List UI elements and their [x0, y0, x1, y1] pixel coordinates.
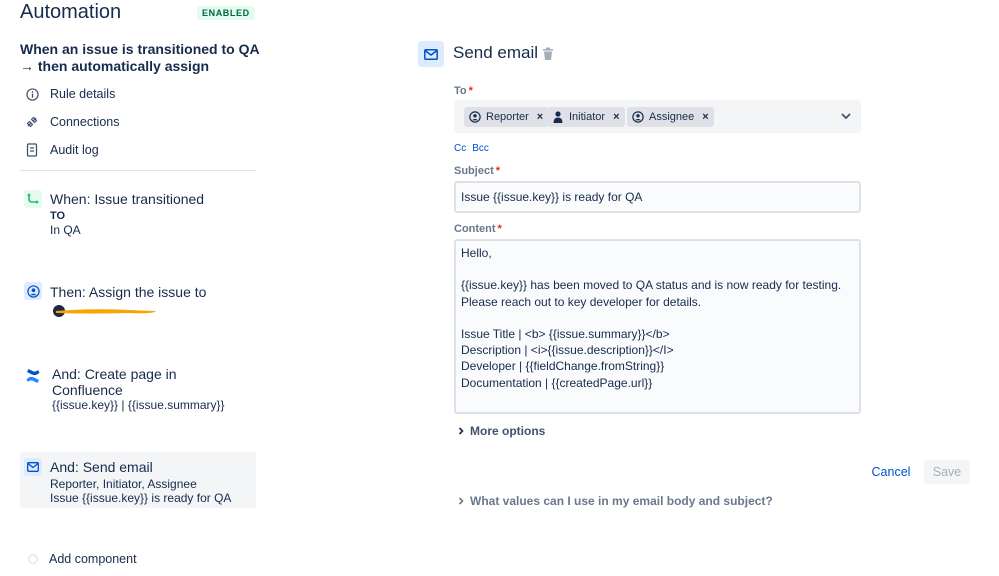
- cc-bcc-links: Cc Bcc: [454, 143, 489, 154]
- recipient-chip[interactable]: Assignee ×: [627, 107, 714, 127]
- content-line: Please reach out to key developer for de…: [461, 294, 702, 309]
- component-title: Then: Assign the issue to: [50, 284, 207, 300]
- content-line: Description | <i>{{issue.description}}</…: [461, 343, 674, 358]
- nav-label: Connections: [50, 115, 120, 129]
- trash-icon[interactable]: [542, 47, 554, 61]
- recipient-chip[interactable]: Initiator ×: [547, 107, 625, 127]
- more-options-label: More options: [470, 424, 546, 438]
- transition-icon: [24, 190, 42, 208]
- cc-link[interactable]: Cc: [454, 143, 466, 154]
- component-detail: TO: [50, 210, 66, 222]
- nav-audit-log[interactable]: Audit log: [24, 140, 99, 160]
- chevron-right-icon: [456, 496, 466, 506]
- page-title: Automation: [20, 1, 122, 23]
- help-toggle[interactable]: What values can I use in my email body a…: [456, 494, 773, 508]
- component-detail: Reporter, Initiator, Assignee: [50, 477, 197, 491]
- remove-icon[interactable]: ×: [537, 111, 543, 123]
- to-field[interactable]: Reporter × Initiator × Assignee ×: [454, 100, 861, 133]
- avatar-icon: [632, 111, 644, 123]
- email-icon: [24, 458, 42, 476]
- recipient-label: Assignee: [649, 111, 695, 123]
- content-line: {{issue.key}} has been moved to QA statu…: [461, 278, 842, 293]
- person-icon: [552, 111, 564, 123]
- assign-icon: [24, 282, 42, 300]
- connections-icon: [24, 114, 40, 130]
- bcc-link[interactable]: Bcc: [472, 143, 489, 154]
- remove-icon[interactable]: ×: [613, 111, 619, 123]
- component-send-email[interactable]: And: Send email Reporter, Initiator, Ass…: [20, 452, 256, 508]
- component-create-page[interactable]: And: Create page in Confluence {{issue.k…: [20, 362, 256, 420]
- chevron-right-icon: [456, 426, 466, 436]
- content-line: [461, 310, 854, 326]
- content-label: Content *: [454, 223, 502, 235]
- info-icon: [24, 86, 40, 102]
- content-line: [461, 261, 854, 277]
- recipient-label: Initiator: [569, 111, 606, 123]
- content-line: Issue Title | <b> {{issue.summary}}</b>: [461, 326, 670, 341]
- component-title-line: And: Create page in: [52, 366, 177, 382]
- component-trigger[interactable]: When: Issue transitioned TO In QA: [20, 186, 256, 242]
- component-detail: In QA: [50, 223, 81, 237]
- add-component-icon: [28, 554, 38, 564]
- component-title: When: Issue transitioned: [50, 191, 205, 207]
- email-icon: [418, 41, 444, 67]
- recipient-label: Reporter: [486, 111, 529, 123]
- content-line: Developer | {{fieldChange.fromString}}: [461, 359, 665, 374]
- save-button[interactable]: Save: [924, 460, 970, 484]
- nav-rule-details[interactable]: Rule details: [24, 84, 115, 104]
- subject-input[interactable]: Issue {{issue.key}} is ready for QA: [454, 181, 861, 213]
- add-component-label: Add component: [49, 552, 137, 566]
- content-line: Hello,: [461, 246, 492, 260]
- component-title: And: Send email: [50, 459, 153, 475]
- editor-title: Send email: [453, 43, 539, 62]
- content-line: Documentation | {{createdPage.url}}: [461, 375, 653, 390]
- recipient-chip[interactable]: Reporter ×: [464, 107, 549, 127]
- component-detail: {{issue.key}} | {{issue.summary}}: [52, 398, 225, 412]
- component-detail: Issue {{issue.key}} is ready for QA: [50, 491, 232, 505]
- component-title-line: Confluence: [52, 382, 123, 398]
- nav-connections[interactable]: Connections: [24, 112, 120, 132]
- divider: [20, 170, 256, 171]
- subject-label: Subject *: [454, 165, 501, 177]
- confluence-icon: [24, 367, 42, 385]
- redacted-assignee: [50, 304, 158, 317]
- avatar-icon: [469, 111, 481, 123]
- audit-log-icon: [24, 142, 40, 158]
- more-options-toggle[interactable]: More options: [456, 424, 545, 438]
- nav-label: Audit log: [50, 143, 99, 157]
- status-badge: ENABLED: [197, 6, 255, 20]
- nav-label: Rule details: [50, 87, 116, 101]
- help-label: What values can I use in my email body a…: [470, 494, 773, 508]
- rule-name: When an issue is transitioned to QA → th…: [20, 41, 260, 74]
- add-component-button[interactable]: Add component: [28, 549, 137, 569]
- content-textarea[interactable]: Hello, {{issue.key}} has been moved to Q…: [454, 239, 861, 414]
- chevron-down-icon[interactable]: [839, 109, 853, 123]
- remove-icon[interactable]: ×: [702, 111, 708, 123]
- cancel-button[interactable]: Cancel: [866, 460, 916, 484]
- to-label: To *: [454, 85, 473, 97]
